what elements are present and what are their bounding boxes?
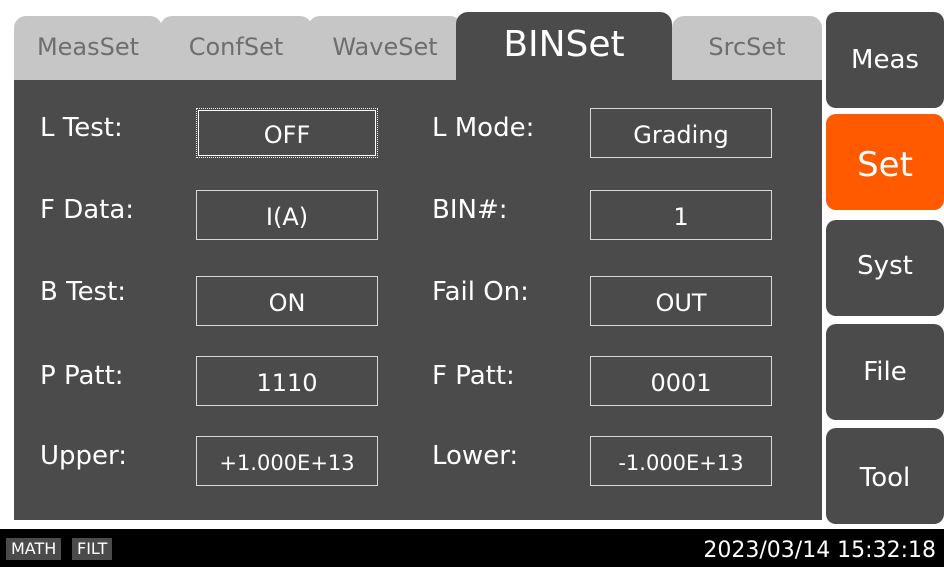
l-test-field[interactable]: OFF xyxy=(196,108,378,158)
p-patt-label: P Patt: xyxy=(40,361,124,391)
b-test-label: B Test: xyxy=(40,277,127,307)
tool-button[interactable]: Tool xyxy=(826,428,944,524)
bin-number-field[interactable]: 1 xyxy=(590,190,772,240)
tab-bin-set[interactable]: BINSet xyxy=(456,12,672,82)
set-button[interactable]: Set xyxy=(826,114,944,210)
math-indicator: MATH xyxy=(6,538,62,560)
b-test-field[interactable]: ON xyxy=(196,276,378,326)
upper-label: Upper: xyxy=(40,441,128,471)
fail-on-field[interactable]: OUT xyxy=(590,276,772,326)
tab-bar: MeasSet ConfSet WaveSet BINSet SrcSet xyxy=(14,12,822,82)
p-patt-field[interactable]: 1110 xyxy=(196,356,378,406)
filt-indicator: FILT xyxy=(72,538,113,560)
meas-button[interactable]: Meas xyxy=(826,12,944,108)
lower-label: Lower: xyxy=(432,441,519,471)
binset-panel: L Test: OFF L Mode: Grading F Data: I(A)… xyxy=(14,80,822,520)
tab-meas-set[interactable]: MeasSet xyxy=(14,16,162,82)
f-patt-field[interactable]: 0001 xyxy=(590,356,772,406)
l-mode-field[interactable]: Grading xyxy=(590,108,772,158)
tab-conf-set[interactable]: ConfSet xyxy=(160,16,312,82)
tab-wave-set[interactable]: WaveSet xyxy=(308,16,462,82)
instrument-screen: MeasSet ConfSet WaveSet BINSet SrcSet L … xyxy=(0,0,944,567)
f-data-label: F Data: xyxy=(40,195,135,225)
bin-number-label: BIN#: xyxy=(432,195,508,225)
lower-limit-field[interactable]: -1.000E+13 xyxy=(590,436,772,486)
upper-limit-field[interactable]: +1.000E+13 xyxy=(196,436,378,486)
l-test-label: L Test: xyxy=(40,113,123,143)
l-mode-label: L Mode: xyxy=(432,113,535,143)
syst-button[interactable]: Syst xyxy=(826,220,944,316)
f-data-field[interactable]: I(A) xyxy=(196,190,378,240)
status-bar: MATH FILT 2023/03/14 15:32:18 xyxy=(0,529,944,567)
datetime-display: 2023/03/14 15:32:18 xyxy=(703,538,936,563)
f-patt-label: F Patt: xyxy=(432,361,515,391)
fail-on-label: Fail On: xyxy=(432,277,529,307)
tab-src-set[interactable]: SrcSet xyxy=(672,16,822,82)
file-button[interactable]: File xyxy=(826,324,944,420)
